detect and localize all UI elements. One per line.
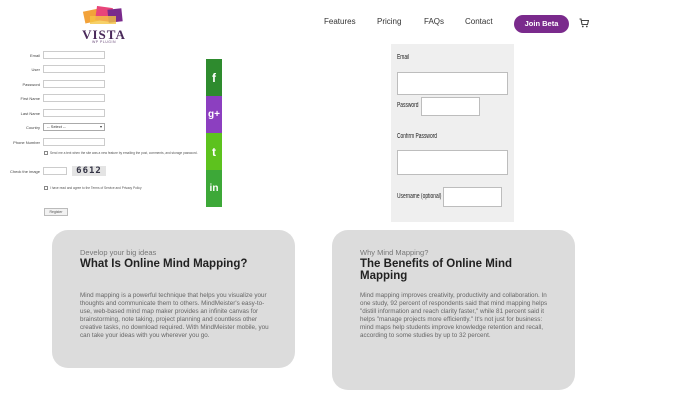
country-select-value: -- Select -- (47, 124, 66, 129)
side-username-field[interactable] (443, 187, 502, 207)
join-beta-button[interactable]: Join Beta (514, 15, 569, 33)
card-eyebrow: Develop your big ideas (80, 248, 157, 257)
side-email-field[interactable] (397, 72, 508, 95)
first-name-field[interactable] (43, 94, 105, 102)
captcha-field[interactable] (43, 167, 67, 175)
logo-subtext: WP PLUGIN (91, 40, 117, 44)
password-field[interactable] (43, 80, 105, 88)
chevron-down-icon: ▾ (99, 124, 102, 129)
linkedin-icon: in (209, 183, 219, 194)
card-benefits-of-mind-mapping: Why Mind Mapping? The Benefits of Online… (332, 230, 575, 390)
card-eyebrow: Why Mind Mapping? (360, 248, 429, 257)
phone-field[interactable] (43, 138, 105, 146)
nav-pricing[interactable]: Pricing (377, 17, 401, 26)
side-username-label: Username (optional) (397, 193, 442, 200)
site-logo[interactable]: VISTA WP PLUGIN (80, 6, 128, 44)
nav-contact[interactable]: Contact (465, 17, 493, 26)
email-field[interactable] (43, 51, 105, 59)
password-label: Password (22, 82, 40, 87)
twitter-icon: t (212, 144, 216, 159)
sms-checkbox[interactable] (44, 151, 48, 155)
email-label: Email (29, 53, 40, 58)
side-confirm-field[interactable] (397, 150, 508, 175)
last-name-field[interactable] (43, 109, 105, 117)
register-button[interactable]: Register (44, 208, 68, 216)
captcha-label: Check the image (9, 169, 40, 174)
terms-text[interactable]: I have read and agree to the Terms of Se… (50, 186, 142, 190)
side-password-label: Password (397, 102, 419, 109)
facebook-share-button[interactable]: f (206, 59, 222, 96)
signup-panel: Email Password Confirm Password Username… (391, 44, 514, 222)
phone-label: Phone Number (13, 140, 40, 145)
captcha-image: 6612 (72, 166, 106, 176)
country-select[interactable]: -- Select -- ▾ (43, 123, 105, 131)
first-name-label: First Name (20, 96, 40, 101)
last-name-label: Last Name (20, 111, 40, 116)
user-label: User (31, 67, 40, 72)
card-body: Mind mapping is a powerful technique tha… (80, 292, 269, 339)
user-field[interactable] (43, 65, 105, 73)
card-title: What Is Online Mind Mapping? (80, 258, 248, 270)
side-confirm-label: Confirm Password (397, 133, 438, 140)
nav-faqs[interactable]: FAQs (424, 17, 444, 26)
card-title: The Benefits of Online Mind Mapping (360, 258, 513, 282)
terms-checkbox[interactable] (44, 186, 48, 190)
google-plus-icon: g+ (208, 109, 220, 120)
cart-icon[interactable] (579, 18, 589, 28)
side-email-label: Email (397, 54, 410, 61)
google-plus-share-button[interactable]: g+ (206, 96, 222, 133)
facebook-icon: f (212, 70, 216, 85)
side-password-field[interactable] (421, 97, 480, 116)
twitter-share-button[interactable]: t (206, 133, 222, 170)
card-what-is-mind-mapping: Develop your big ideas What Is Online Mi… (52, 230, 295, 368)
linkedin-share-button[interactable]: in (206, 170, 222, 207)
nav-features[interactable]: Features (324, 17, 356, 26)
logo-mark-icon (82, 6, 123, 24)
sms-notice: Send me a text when the site was a new f… (50, 151, 198, 155)
card-body: Mind mapping improves creativity, produc… (360, 292, 548, 339)
country-label: Country (25, 125, 40, 130)
